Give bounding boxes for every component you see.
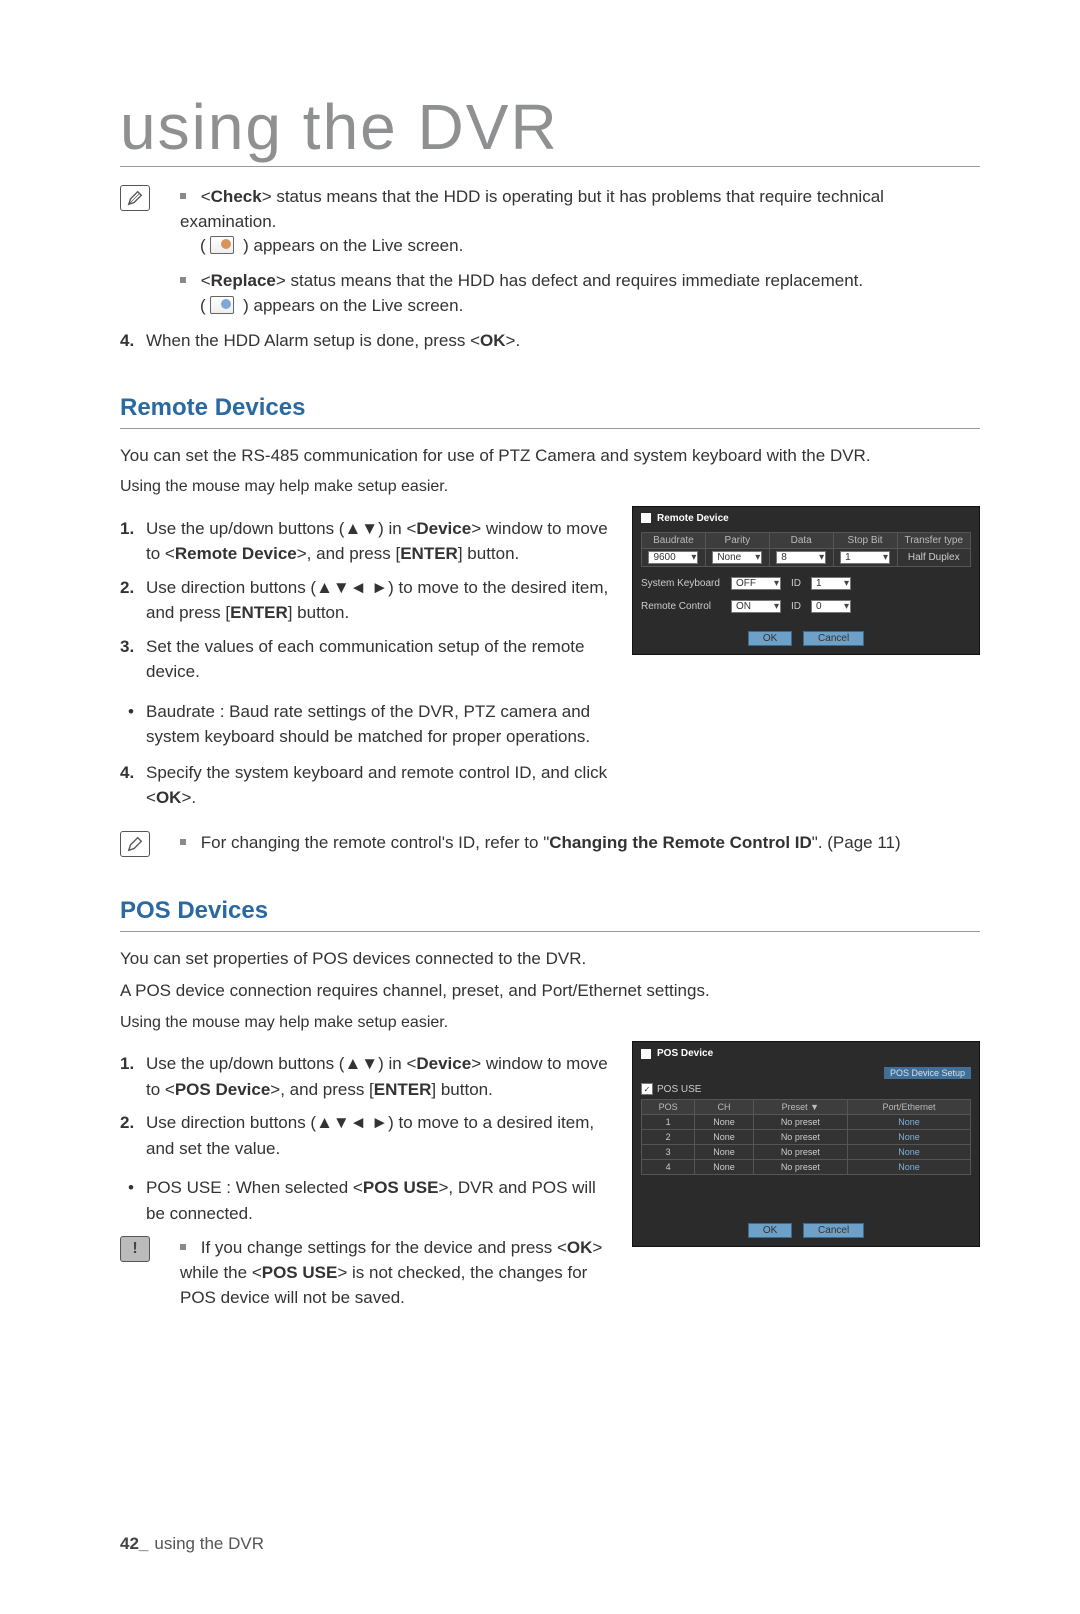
pos-heading: POS Devices	[120, 897, 980, 932]
sys-keyboard-select[interactable]: OFF	[731, 577, 781, 590]
remote-step3: Set the values of each communication set…	[120, 634, 610, 685]
remote-step1: Use the up/down buttons (▲▼) in <Device>…	[120, 516, 610, 567]
id-label: ID	[791, 578, 801, 589]
id-label-2: ID	[791, 601, 801, 612]
table-row: 2NoneNo presetNone	[642, 1130, 971, 1145]
pencil-icon	[120, 185, 150, 211]
pos-use-bullet: POS USE : When selected <POS USE>, DVR a…	[120, 1175, 610, 1226]
remote-control-label: Remote Control	[641, 601, 721, 612]
check-note-sub: ( ) appears on the Live screen.	[200, 234, 980, 259]
sys-keyboard-label: System Keyboard	[641, 578, 721, 589]
footer: 42_ using the DVR	[120, 1534, 980, 1554]
pos-use-checkbox[interactable]: ✓	[641, 1083, 653, 1095]
remote-control-select[interactable]: ON	[731, 600, 781, 613]
top-step4: When the HDD Alarm setup is done, press …	[120, 328, 980, 354]
remote-table: Baudrate Parity Data Stop Bit Transfer t…	[641, 532, 971, 567]
pos-table: POS CH Preset ▼ Port/Ethernet 1NoneNo pr…	[641, 1099, 971, 1175]
pos-device-panel: POS Device POS Device Setup ✓ POS USE PO…	[632, 1041, 980, 1247]
satellite-icon	[641, 513, 651, 523]
remote-step4: Specify the system keyboard and remote c…	[120, 760, 610, 811]
parity-select[interactable]: None	[712, 551, 762, 564]
pos-use-label: POS USE	[657, 1084, 701, 1095]
page-number: 42_	[120, 1534, 148, 1553]
remote-note: For changing the remote control's ID, re…	[180, 831, 980, 856]
data-select[interactable]: 8	[776, 551, 826, 564]
pos-cancel-button[interactable]: Cancel	[803, 1223, 864, 1238]
pos-caution: If you change settings for the device an…	[180, 1236, 610, 1310]
pos-step2: Use direction buttons (▲▼◄ ►) to move to…	[120, 1110, 610, 1161]
footer-label: using the DVR	[154, 1534, 264, 1553]
table-row: 3NoneNo presetNone	[642, 1145, 971, 1160]
remote-intro: You can set the RS-485 communication for…	[120, 443, 980, 469]
table-row: 1NoneNo presetNone	[642, 1115, 971, 1130]
replace-note-sub: ( ) appears on the Live screen.	[200, 294, 980, 319]
pos-step1: Use the up/down buttons (▲▼) in <Device>…	[120, 1051, 610, 1102]
pos-panel-title: POS Device	[657, 1048, 713, 1059]
remote-cancel-button[interactable]: Cancel	[803, 631, 864, 646]
remote-panel-title: Remote Device	[657, 513, 729, 524]
remote-ok-button[interactable]: OK	[748, 631, 792, 646]
hdd-replace-icon	[210, 296, 234, 314]
pos-hint: Using the mouse may help make setup easi…	[120, 1011, 980, 1036]
remote-control-id[interactable]: 0	[811, 600, 851, 613]
remote-device-panel: Remote Device Baudrate Parity Data Stop …	[632, 506, 980, 655]
pos-intro1: You can set properties of POS devices co…	[120, 946, 980, 972]
pos-device-setup-button[interactable]: POS Device Setup	[884, 1067, 971, 1079]
pos-ok-button[interactable]: OK	[748, 1223, 792, 1238]
remote-heading: Remote Devices	[120, 394, 980, 429]
hdd-check-icon	[210, 236, 234, 254]
check-note: <Check> status means that the HDD is ope…	[180, 185, 980, 234]
pos-intro2: A POS device connection requires channel…	[120, 978, 980, 1004]
chapter-title: using the DVR	[120, 90, 980, 167]
remote-step2: Use direction buttons (▲▼◄ ►) to move to…	[120, 575, 610, 626]
remote-hint: Using the mouse may help make setup easi…	[120, 475, 980, 500]
list-icon	[641, 1049, 651, 1059]
pencil-icon	[120, 831, 150, 857]
sys-keyboard-id[interactable]: 1	[811, 577, 851, 590]
replace-note: <Replace> status means that the HDD has …	[180, 269, 980, 294]
baudrate-select[interactable]: 9600	[648, 551, 698, 564]
caution-icon: !	[120, 1236, 150, 1262]
stopbit-select[interactable]: 1	[840, 551, 890, 564]
baudrate-bullet: Baudrate : Baud rate settings of the DVR…	[120, 699, 610, 750]
transfer-type: Half Duplex	[897, 548, 971, 566]
table-row: 4NoneNo presetNone	[642, 1160, 971, 1175]
